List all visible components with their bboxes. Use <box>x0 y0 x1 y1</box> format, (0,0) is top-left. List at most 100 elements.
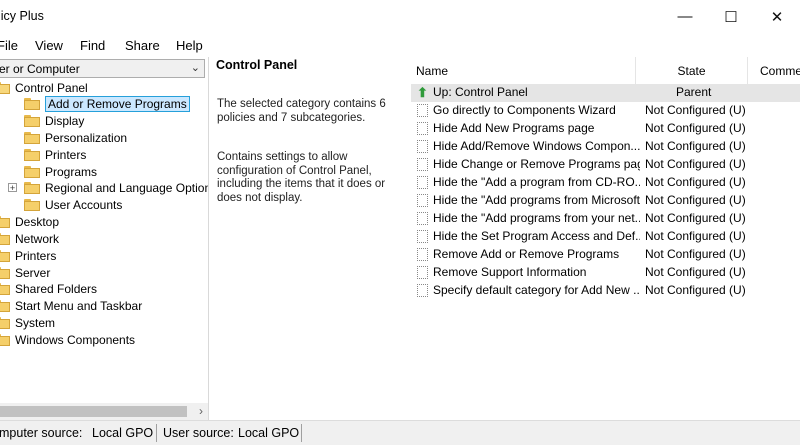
policy-state: Not Configured (U) <box>645 157 746 171</box>
scroll-right-icon[interactable]: › <box>199 404 203 418</box>
tree-item-label: Shared Folders <box>15 281 98 296</box>
policy-row[interactable]: Go directly to Components Wizard Not Con… <box>411 102 800 120</box>
category-tree: Control Panel Add or Remove Programs Dis… <box>0 79 208 404</box>
tree-item-label: Windows Components <box>15 332 136 347</box>
tree-item-desktop[interactable]: Desktop <box>0 213 59 230</box>
policy-setting-icon <box>417 176 428 189</box>
computer-source-value: Local GPO <box>92 426 154 440</box>
menu-help[interactable]: Help <box>176 38 203 53</box>
policy-state: Not Configured (U) <box>645 211 746 225</box>
description-line: including the items that it does or <box>217 178 386 190</box>
tree-item-label: Server <box>15 265 51 280</box>
tree-item-label: Start Menu and Taskbar <box>15 298 143 313</box>
policy-state: Not Configured (U) <box>645 247 746 261</box>
category-heading: Control Panel <box>216 58 298 72</box>
chevron-down-icon: ⌄ <box>190 62 200 74</box>
policy-state: Not Configured (U) <box>645 121 746 135</box>
folder-icon <box>24 131 40 144</box>
maximize-button[interactable]: ☐ <box>708 0 754 33</box>
tree-item-label: Printers <box>15 248 57 263</box>
tree-item-server[interactable]: Server <box>0 264 50 281</box>
policy-row[interactable]: Hide the "Add a program from CD-RO... No… <box>411 174 800 192</box>
status-bar: mputer source: Local GPO User source: Lo… <box>0 420 800 445</box>
category-summary: The selected category contains 6 policie… <box>217 98 407 125</box>
tree-item-label: Desktop <box>15 214 60 229</box>
policy-setting-icon <box>417 230 428 243</box>
tree-item-label: System <box>15 315 56 330</box>
column-header-comment[interactable]: Commer <box>748 57 800 84</box>
policy-name: Go directly to Components Wizard <box>433 103 616 117</box>
expand-icon[interactable]: + <box>8 183 17 193</box>
tree-item-printers-cp[interactable]: Printers <box>24 146 86 163</box>
up-arrow-icon: ⬆ <box>417 85 428 100</box>
policy-setting-icon <box>417 194 428 207</box>
policy-state: Not Configured (U) <box>645 175 746 189</box>
menu-file[interactable]: File <box>0 38 18 53</box>
policy-row[interactable]: Specify default category for Add New ...… <box>411 282 800 300</box>
policy-row[interactable]: Hide Add New Programs page Not Configure… <box>411 120 800 138</box>
policy-setting-icon <box>417 122 428 135</box>
policy-row[interactable]: Hide Add/Remove Windows Compon... Not Co… <box>411 138 800 156</box>
folder-icon <box>24 198 40 211</box>
folder-icon <box>0 232 10 245</box>
tree-item-control-panel[interactable]: Control Panel <box>0 79 88 96</box>
column-header-label: State <box>677 63 706 78</box>
tree-item-printers[interactable]: Printers <box>0 247 56 264</box>
close-icon: ✕ <box>770 8 784 26</box>
policy-state: Not Configured (U) <box>645 229 746 243</box>
tree-item-display[interactable]: Display <box>24 112 84 129</box>
close-button[interactable]: ✕ <box>754 0 800 33</box>
column-header-name[interactable]: Name <box>411 57 636 84</box>
tree-item-label: Regional and Language Options <box>45 180 208 195</box>
scope-selector[interactable]: er or Computer ⌄ <box>0 59 205 78</box>
policy-row[interactable]: Remove Add or Remove Programs Not Config… <box>411 246 800 264</box>
tree-item-start-menu-taskbar[interactable]: Start Menu and Taskbar <box>0 297 142 314</box>
folder-icon <box>24 97 40 110</box>
status-divider <box>156 424 157 442</box>
policy-row[interactable]: Remove Support Information Not Configure… <box>411 264 800 282</box>
tree-item-programs[interactable]: Programs <box>24 163 97 180</box>
policy-row[interactable]: Hide the "Add programs from Microsoft...… <box>411 192 800 210</box>
folder-icon <box>0 215 10 228</box>
menu-find[interactable]: Find <box>80 38 105 53</box>
policy-row[interactable]: Hide the Set Program Access and Def... N… <box>411 228 800 246</box>
policy-name: Hide Add/Remove Windows Compon... <box>433 139 640 153</box>
menu-share[interactable]: Share <box>125 38 160 53</box>
tree-item-shared-folders[interactable]: Shared Folders <box>0 280 97 297</box>
policy-setting-icon <box>417 248 428 261</box>
folder-icon <box>0 316 10 329</box>
minimize-button[interactable]: — <box>662 0 708 33</box>
description-line: Contains settings to allow <box>217 151 348 163</box>
tree-horizontal-scrollbar[interactable]: › <box>0 403 208 420</box>
scrollbar-thumb[interactable] <box>0 406 187 417</box>
menu-bar: File View Find Share Help <box>0 33 800 57</box>
policy-list: Name State Commer ⬆ Up: Control Panel Pa… <box>411 57 800 420</box>
tree-item-add-remove-programs[interactable]: Add or Remove Programs <box>24 95 190 112</box>
policy-name: Remove Support Information <box>433 265 587 279</box>
gear-icon <box>417 284 428 297</box>
policy-name: Specify default category for Add New ... <box>433 283 640 297</box>
description-line: does not display. <box>217 191 303 204</box>
tree-item-windows-components[interactable]: Windows Components <box>0 331 135 348</box>
summary-line: The selected category contains 6 <box>217 98 386 110</box>
policy-name: Hide the "Add programs from Microsoft... <box>433 193 640 207</box>
user-source-label: User source: <box>163 426 234 440</box>
title-bar: licy Plus — ☐ ✕ <box>0 0 800 33</box>
policy-name: Hide the "Add a program from CD-RO... <box>433 175 640 189</box>
policy-row[interactable]: Hide the "Add programs from your net... … <box>411 210 800 228</box>
column-header-state[interactable]: State <box>636 57 748 84</box>
folder-icon <box>0 249 10 262</box>
tree-item-system[interactable]: System <box>0 314 55 331</box>
policy-name: Up: Control Panel <box>433 85 528 99</box>
tree-item-user-accounts[interactable]: User Accounts <box>24 196 122 213</box>
policy-row-parent[interactable]: ⬆ Up: Control Panel Parent <box>411 84 800 102</box>
policy-row[interactable]: Hide Change or Remove Programs page Not … <box>411 156 800 174</box>
tree-item-personalization[interactable]: Personalization <box>24 129 127 146</box>
folder-icon <box>0 333 10 346</box>
tree-item-regional-language[interactable]: Regional and Language Options <box>24 179 208 196</box>
menu-view[interactable]: View <box>35 38 63 53</box>
tree-item-network[interactable]: Network <box>0 230 59 247</box>
column-header-label: Commer <box>760 63 800 78</box>
policy-state: Not Configured (U) <box>645 283 746 297</box>
tree-item-label: Programs <box>45 164 98 179</box>
